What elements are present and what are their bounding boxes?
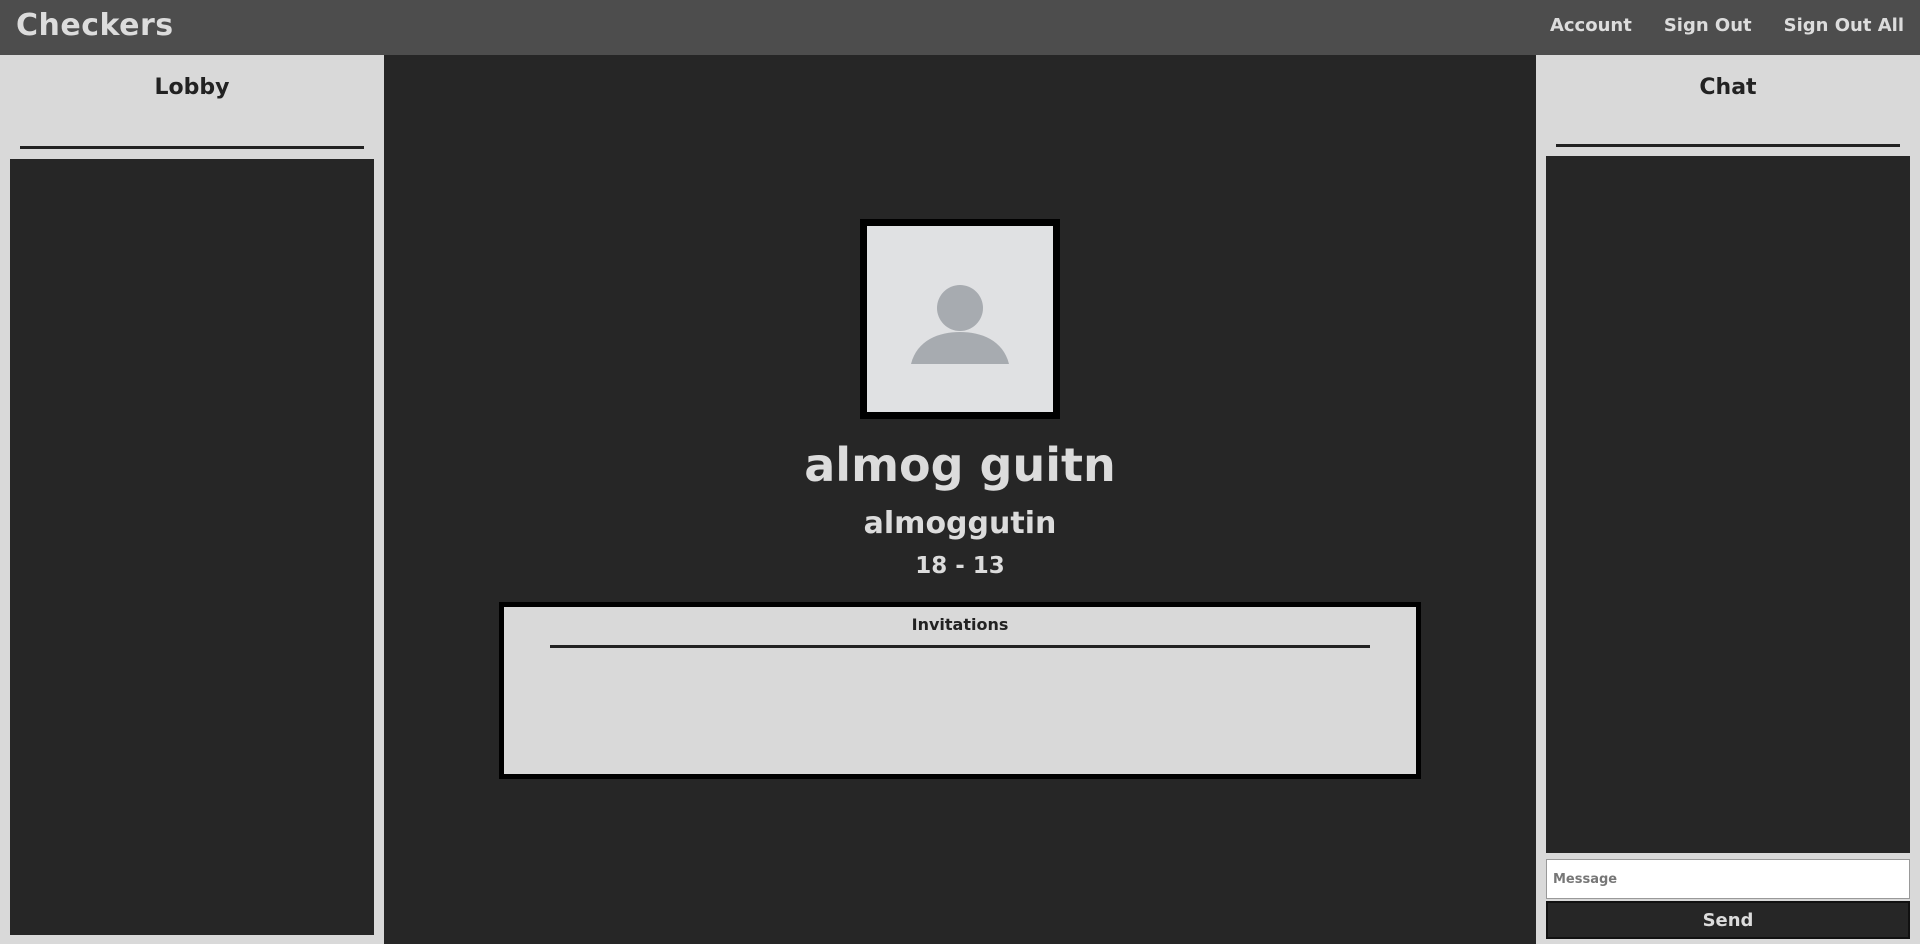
- invitations-divider: [550, 645, 1370, 648]
- user-silhouette-icon: [911, 285, 1009, 364]
- lobby-title: Lobby: [154, 75, 230, 100]
- chat-divider: [1556, 144, 1900, 147]
- lobby-divider: [20, 146, 364, 149]
- chat-messages-area[interactable]: [1546, 156, 1910, 853]
- avatar: [860, 219, 1060, 419]
- account-link[interactable]: Account: [1550, 15, 1632, 36]
- chat-title: Chat: [1699, 75, 1757, 100]
- send-button[interactable]: Send: [1546, 901, 1910, 939]
- invitations-title: Invitations: [911, 615, 1009, 634]
- lobby-panel: Lobby: [0, 55, 384, 944]
- top-navbar: Checkers Account Sign Out Sign Out All: [0, 0, 1920, 55]
- invitations-box: Invitations: [499, 602, 1421, 779]
- lobby-user-list[interactable]: [10, 159, 374, 935]
- chat-message-input[interactable]: [1546, 859, 1910, 899]
- sign-out-all-link[interactable]: Sign Out All: [1784, 15, 1904, 36]
- sign-out-link[interactable]: Sign Out: [1664, 15, 1752, 36]
- brand-title[interactable]: Checkers: [16, 8, 174, 43]
- chat-panel: Chat Send: [1536, 55, 1920, 944]
- nav-links: Account Sign Out Sign Out All: [1550, 15, 1904, 36]
